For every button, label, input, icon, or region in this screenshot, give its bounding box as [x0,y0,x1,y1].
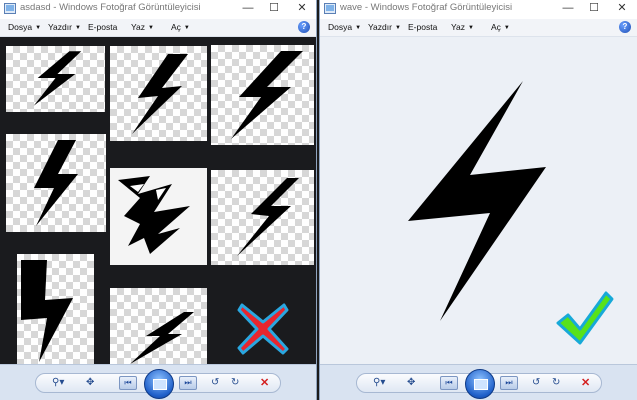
menu-eposta[interactable]: E-posta [408,22,437,32]
help-icon[interactable]: ? [298,21,310,33]
title-bar[interactable]: asdasd - Windows Fotoğraf Görüntüleyicis… [0,0,316,18]
lightning-bolt-image [34,140,78,226]
cross-mark-icon [237,303,289,355]
toolbar-controls: ⚲▾ ✥ ⏮ ⏭ ↺ ↻ ✕ [35,369,281,399]
minimize-button[interactable]: — [237,1,259,16]
bolt-thumbnail [110,288,207,364]
lightning-bolt-image [130,312,194,364]
bottom-toolbar: ⚲▾ ✥ ⏮ ⏭ ↺ ↻ ✕ [320,364,637,400]
maximize-button[interactable]: ☐ [263,1,285,16]
bolt-thumbnail [110,46,207,141]
menu-bar: Dosya ▼ Yazdır ▼ E-posta Yaz ▼ Aç ▼ ? [320,19,637,37]
bolt-thumbnail [17,254,94,364]
magnifier-icon[interactable]: ⚲▾ [373,376,385,390]
maximize-button[interactable]: ☐ [583,1,605,16]
menu-dosya[interactable]: Dosya ▼ [328,22,361,32]
window-title: asdasd - Windows Fotoğraf Görüntüleyicis… [20,2,201,13]
rotate-ccw-icon[interactable]: ↺ [532,376,540,390]
previous-icon[interactable]: ⏮ [440,376,458,390]
check-mark-icon [556,291,614,345]
magnifier-icon[interactable]: ⚲▾ [52,376,64,390]
window-title: wave - Windows Fotoğraf Görüntüleyicisi [340,2,513,13]
toolbar-controls: ⚲▾ ✥ ⏮ ⏭ ↺ ↻ ✕ [356,369,602,399]
rotate-cw-icon[interactable]: ↻ [552,376,560,390]
lightning-bolt-image [33,51,82,106]
close-button[interactable]: ✕ [291,1,313,16]
lightning-bolt-image [118,176,190,254]
menu-eposta[interactable]: E-posta [88,22,117,32]
minimize-button[interactable]: — [557,1,579,16]
bolt-thumbnail [6,46,105,112]
chevron-down-icon: ▼ [35,25,42,31]
photo-viewer-window-left: asdasd - Windows Fotoğraf Görüntüleyicis… [0,0,317,400]
bottom-toolbar: ⚲▾ ✥ ⏮ ⏭ ↺ ↻ ✕ [0,364,316,400]
rotate-ccw-icon[interactable]: ↺ [211,376,219,390]
chevron-down-icon: ▼ [394,25,401,31]
delete-icon[interactable]: ✕ [260,376,269,390]
chevron-down-icon: ▼ [355,25,362,31]
chevron-down-icon: ▼ [148,25,154,31]
bolt-thumbnail [211,170,314,265]
actual-size-icon[interactable]: ✥ [407,376,415,390]
lightning-bolt-image [237,178,299,256]
photo-viewer-app-icon [324,3,336,14]
menu-yaz[interactable]: Yaz ▼ [131,22,154,32]
close-button[interactable]: ✕ [611,1,633,16]
bolt-thumbnail [6,134,106,232]
previous-icon[interactable]: ⏮ [119,376,137,390]
slideshow-icon[interactable] [465,369,495,399]
lightning-bolt-image [132,54,188,134]
menu-ac[interactable]: Aç ▼ [171,22,190,32]
menu-dosya[interactable]: Dosya ▼ [8,22,41,32]
menu-ac[interactable]: Aç ▼ [491,22,510,32]
menu-yazdir[interactable]: Yazdır ▼ [368,22,401,32]
chevron-down-icon: ▼ [74,25,81,31]
actual-size-icon[interactable]: ✥ [86,376,94,390]
next-icon[interactable]: ⏭ [179,376,197,390]
lightning-bolt-image [231,51,303,139]
chevron-down-icon: ▼ [468,25,474,31]
rotate-cw-icon[interactable]: ↻ [231,376,239,390]
delete-icon[interactable]: ✕ [581,376,590,390]
chevron-down-icon: ▼ [503,25,510,31]
bolt-thumbnail [211,45,314,145]
image-canvas [320,37,637,364]
bolt-thumbnail [110,168,207,265]
photo-viewer-window-right: wave - Windows Fotoğraf Görüntüleyicisi … [319,0,637,400]
help-icon[interactable]: ? [619,21,631,33]
title-bar[interactable]: wave - Windows Fotoğraf Görüntüleyicisi … [320,0,637,18]
lightning-bolt-image [21,260,73,362]
photo-viewer-app-icon [4,3,16,14]
next-icon[interactable]: ⏭ [500,376,518,390]
menu-bar: Dosya ▼ Yazdır ▼ E-posta Yaz ▼ Aç ▼ ? [0,19,316,37]
lightning-bolt-image [408,81,546,321]
slideshow-icon[interactable] [144,369,174,399]
chevron-down-icon: ▼ [183,25,190,31]
menu-yaz[interactable]: Yaz ▼ [451,22,474,32]
image-canvas [0,37,316,364]
menu-yazdir[interactable]: Yazdır ▼ [48,22,81,32]
